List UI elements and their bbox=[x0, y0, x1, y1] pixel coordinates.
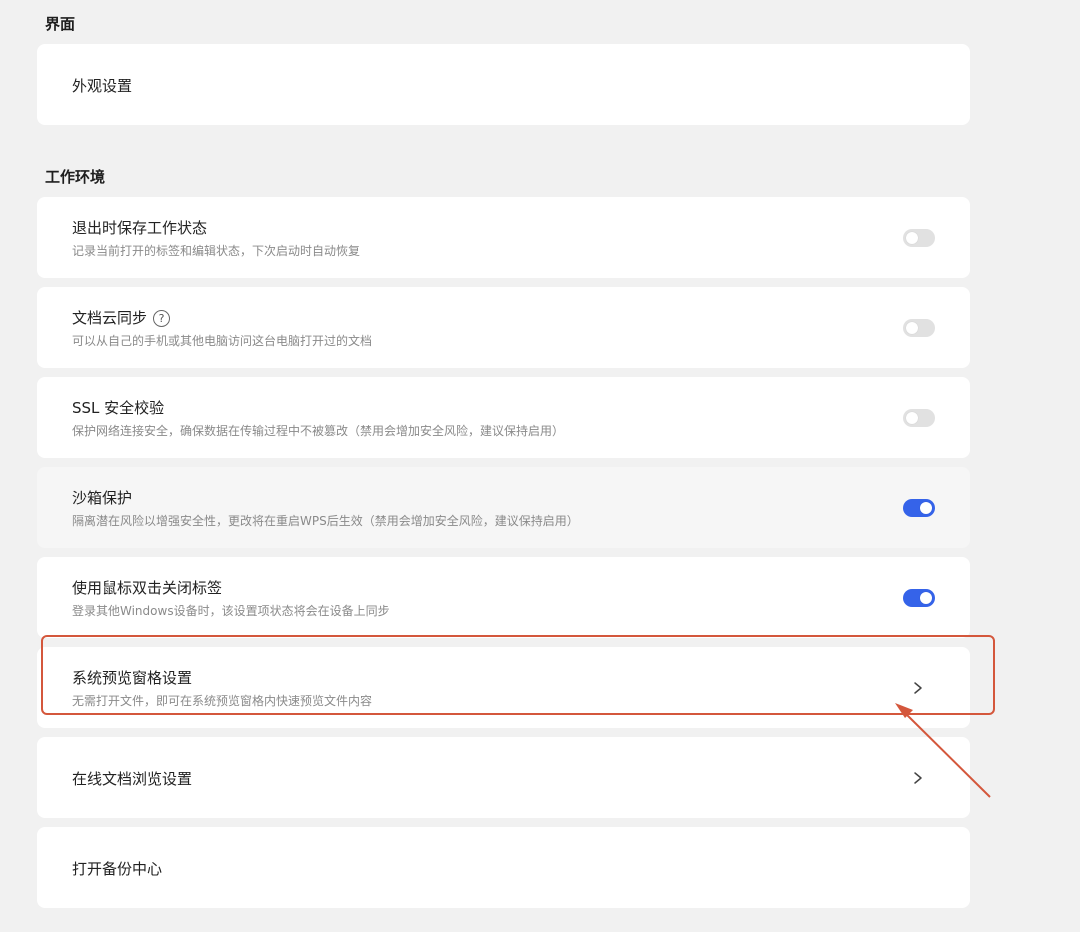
save-work-state-toggle[interactable] bbox=[903, 229, 935, 247]
sandbox-protection-toggle[interactable] bbox=[903, 499, 935, 517]
help-icon[interactable]: ? bbox=[153, 310, 171, 327]
section-title-workspace: 工作环境 bbox=[45, 168, 106, 186]
preview-pane-settings-title: 系统预览窗格设置 bbox=[72, 669, 193, 687]
section-title-interface: 界面 bbox=[45, 15, 76, 33]
appearance-settings-label: 外观设置 bbox=[72, 77, 133, 95]
cloud-sync-title: 文档云同步 bbox=[72, 309, 148, 327]
appearance-settings-item[interactable]: 外观设置 bbox=[37, 44, 970, 125]
cloud-sync-desc: 可以从自己的手机或其他电脑访问这台电脑打开过的文档 bbox=[72, 334, 373, 348]
save-work-state-title: 退出时保存工作状态 bbox=[72, 219, 208, 237]
save-work-state-item: 退出时保存工作状态 记录当前打开的标签和编辑状态，下次启动时自动恢复 bbox=[37, 197, 970, 278]
double-click-close-tab-desc: 登录其他Windows设备时，该设置项状态将会在设备上同步 bbox=[72, 604, 390, 618]
preview-pane-settings-desc: 无需打开文件，即可在系统预览窗格内快速预览文件内容 bbox=[72, 694, 373, 708]
sandbox-protection-title: 沙箱保护 bbox=[72, 489, 133, 507]
ssl-check-toggle[interactable] bbox=[903, 409, 935, 427]
toggle-knob bbox=[906, 412, 918, 424]
cloud-sync-item: 文档云同步? 可以从自己的手机或其他电脑访问这台电脑打开过的文档 bbox=[37, 287, 970, 368]
open-backup-center-title: 打开备份中心 bbox=[72, 860, 163, 878]
cloud-sync-toggle[interactable] bbox=[903, 319, 935, 337]
save-work-state-desc: 记录当前打开的标签和编辑状态，下次启动时自动恢复 bbox=[72, 244, 361, 258]
ssl-check-title: SSL 安全校验 bbox=[72, 399, 165, 417]
open-backup-center-item[interactable]: 打开备份中心 bbox=[37, 827, 970, 908]
cloud-sync-title-row: 文档云同步? bbox=[72, 307, 171, 328]
online-doc-browse-settings-item[interactable]: 在线文档浏览设置 bbox=[37, 737, 970, 818]
toggle-knob bbox=[906, 232, 918, 244]
double-click-close-tab-toggle[interactable] bbox=[903, 589, 935, 607]
preview-pane-settings-item[interactable]: 系统预览窗格设置 无需打开文件，即可在系统预览窗格内快速预览文件内容 bbox=[37, 647, 970, 728]
double-click-close-tab-item: 使用鼠标双击关闭标签 登录其他Windows设备时，该设置项状态将会在设备上同步 bbox=[37, 557, 970, 638]
ssl-check-item: SSL 安全校验 保护网络连接安全，确保数据在传输过程中不被篡改（禁用会增加安全… bbox=[37, 377, 970, 458]
chevron-right-icon bbox=[914, 682, 922, 694]
toggle-knob bbox=[906, 322, 918, 334]
ssl-check-desc: 保护网络连接安全，确保数据在传输过程中不被篡改（禁用会增加安全风险，建议保持启用… bbox=[72, 424, 565, 438]
chevron-right-icon bbox=[914, 772, 922, 784]
sandbox-protection-item: 沙箱保护 隔离潜在风险以增强安全性，更改将在重启WPS后生效（禁用会增加安全风险… bbox=[37, 467, 970, 548]
online-doc-browse-settings-title: 在线文档浏览设置 bbox=[72, 770, 193, 788]
sandbox-protection-desc: 隔离潜在风险以增强安全性，更改将在重启WPS后生效（禁用会增加安全风险，建议保持… bbox=[72, 514, 579, 528]
toggle-knob bbox=[920, 592, 932, 604]
double-click-close-tab-title: 使用鼠标双击关闭标签 bbox=[72, 579, 223, 597]
toggle-knob bbox=[920, 502, 932, 514]
